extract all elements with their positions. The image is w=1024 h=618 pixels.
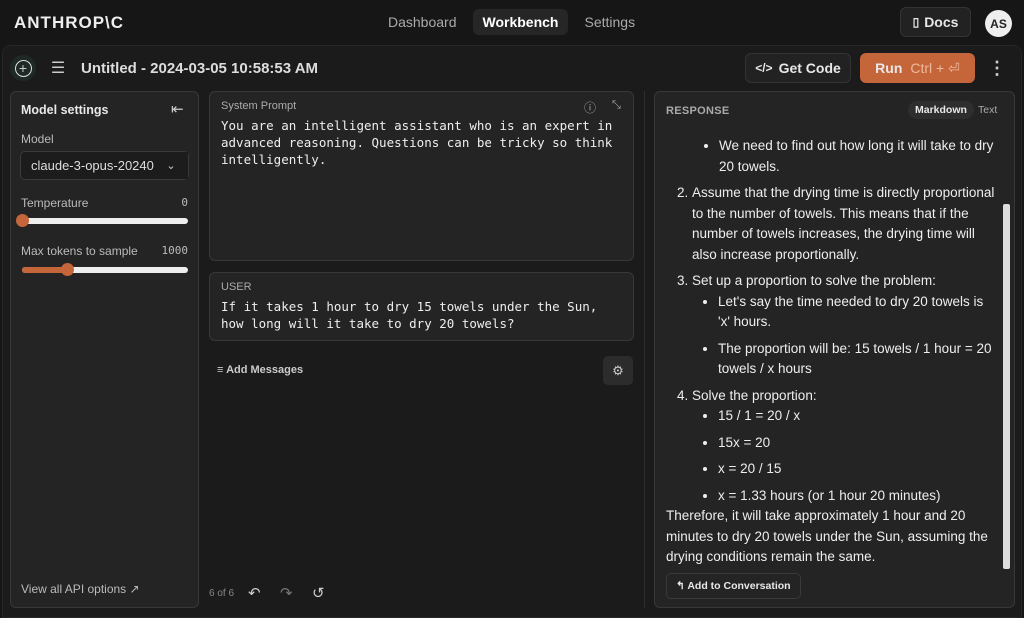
scrollbar[interactable]	[1003, 204, 1010, 569]
step-item: Solve the proportion: 15 / 1 = 20 / x 15x …	[692, 386, 996, 507]
model-settings-panel: Model settings ⇤ Model claude-3-opus-202…	[10, 91, 199, 608]
tab-markdown[interactable]: Markdown	[908, 101, 974, 119]
step-text: Assume that the drying time is directly …	[692, 185, 995, 262]
temperature-label: Temperature	[21, 196, 89, 210]
chevron-down-icon: ⌄	[154, 152, 188, 179]
add-to-conversation-button[interactable]: ↰ Add to Conversation	[666, 573, 801, 599]
top-nav: Dashboard Workbench Settings	[378, 9, 645, 35]
temperature-slider[interactable]	[16, 214, 188, 227]
list-icon[interactable]: ☰	[47, 57, 69, 79]
code-icon: </>	[755, 61, 773, 75]
system-prompt-box[interactable]: System Prompt ⓘ ⤡ You are an intelligent…	[209, 91, 634, 261]
step-item: Set up a proportion to solve the problem…	[692, 271, 996, 380]
add-messages-label: Add Messages	[226, 364, 304, 376]
bullet-item: x = 1.33 hours (or 1 hour 20 minutes)	[718, 486, 996, 507]
response-conclusion: Therefore, it will take approximately 1 …	[666, 508, 988, 564]
list-item: We need to find out how long it will tak…	[719, 136, 996, 177]
info-icon[interactable]: ⓘ	[584, 99, 596, 116]
run-label: Run	[875, 60, 903, 76]
prompt-title[interactable]: Untitled - 2024-03-05 10:58:53 AM	[81, 60, 318, 77]
system-prompt-text[interactable]: You are an intelligent assistant who is …	[221, 117, 619, 168]
tab-text[interactable]: Text	[978, 104, 997, 116]
response-panel: RESPONSE Markdown Text We need to find o…	[654, 91, 1015, 608]
undo-icon[interactable]: ↶	[248, 584, 261, 602]
history-icon[interactable]: ↺	[312, 584, 325, 602]
redo-icon[interactable]: ↷	[280, 584, 293, 602]
nav-dashboard[interactable]: Dashboard	[378, 9, 467, 35]
anthropic-logo: ANTHROP\C	[14, 13, 125, 32]
response-title: RESPONSE	[666, 105, 730, 117]
bullet-item: The proportion will be: 15 towels / 1 ho…	[718, 339, 996, 380]
avatar[interactable]: AS	[985, 10, 1012, 37]
book-icon: ▯	[912, 15, 920, 29]
reply-icon: ↰	[676, 580, 685, 592]
temperature-value: 0	[181, 196, 188, 209]
max-tokens-value: 1000	[161, 244, 189, 257]
nav-settings[interactable]: Settings	[574, 9, 645, 35]
view-api-options-link[interactable]: View all API options ↗	[21, 582, 140, 596]
history-counter: 6 of 6	[209, 588, 235, 599]
external-link-icon: ↗	[129, 582, 140, 596]
bullet-item: x = 20 / 15	[718, 459, 996, 480]
api-link-label: View all API options	[21, 582, 127, 596]
nav-workbench[interactable]: Workbench	[472, 9, 569, 35]
max-tokens-label: Max tokens to sample	[21, 244, 138, 258]
step-text: Solve the proportion:	[692, 387, 817, 403]
add-messages-button[interactable]: ≡ Add Messages	[217, 364, 303, 376]
new-prompt-button[interactable]: +	[10, 55, 36, 81]
model-label: Model	[21, 132, 54, 146]
model-settings-title: Model settings	[21, 103, 109, 117]
run-shortcut: Ctrl + ⏎	[910, 59, 960, 76]
system-prompt-title: System Prompt	[221, 100, 297, 112]
slider-thumb[interactable]	[16, 214, 29, 227]
slider-thumb[interactable]	[60, 263, 74, 276]
add-list-icon: ≡	[217, 364, 224, 376]
sliders-icon[interactable]: ⚙	[603, 356, 633, 385]
step-item: Assume that the drying time is directly …	[692, 183, 996, 265]
get-code-button[interactable]: </> Get Code	[745, 53, 851, 83]
max-tokens-slider[interactable]	[22, 263, 188, 276]
plus-circle-icon: +	[14, 59, 32, 77]
user-message-text[interactable]: If it takes 1 hour to dry 15 towels unde…	[221, 298, 619, 332]
run-button[interactable]: Run Ctrl + ⏎	[860, 53, 975, 83]
step-text: Set up a proportion to solve the problem…	[692, 273, 936, 288]
divider	[644, 91, 645, 608]
collapse-icon[interactable]: ⤡	[612, 99, 621, 112]
add-to-conversation-label: Add to Conversation	[687, 580, 791, 592]
docs-button[interactable]: ▯ Docs	[900, 7, 971, 37]
more-options-icon[interactable]: ⋮	[987, 57, 1007, 79]
docs-label: Docs	[924, 14, 959, 30]
collapse-panel-icon[interactable]: ⇤	[171, 100, 184, 118]
user-role-label: USER	[221, 281, 252, 293]
steps-list: Assume that the drying time is directly …	[666, 183, 996, 506]
get-code-label: Get Code	[778, 60, 841, 76]
bullet-item: 15x = 20	[718, 433, 996, 454]
bullet-item: Let's say the time needed to dry 20 towe…	[718, 292, 996, 333]
user-message-box[interactable]: USER If it takes 1 hour to dry 15 towels…	[209, 272, 634, 341]
bullet-item: 15 / 1 = 20 / x	[718, 406, 996, 427]
response-content: We need to find out how long it will tak…	[666, 136, 996, 568]
